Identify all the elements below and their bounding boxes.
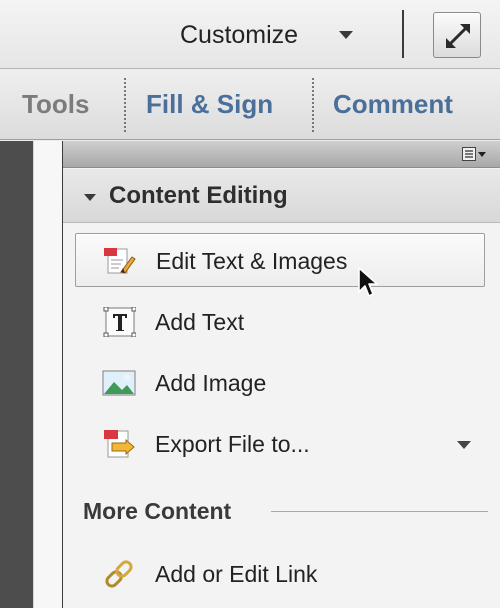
document-background [0,141,33,608]
customize-menu[interactable]: Customize [180,19,298,51]
tab-divider [124,78,126,132]
tab-comment[interactable]: Comment [333,86,453,122]
mouse-pointer-icon [358,267,378,297]
document-page-edge [33,141,63,608]
add-image-button[interactable]: Add Image [75,356,485,410]
top-toolbar: Customize [0,0,500,69]
tab-tools[interactable]: Tools [22,86,89,122]
chevron-down-icon[interactable] [457,441,471,449]
export-file-button[interactable]: Export File to... [75,417,485,471]
tab-divider [312,78,314,132]
add-image-icon [102,370,136,396]
content-editing-header[interactable]: Content Editing [63,169,500,223]
edit-text-images-button[interactable]: Edit Text & Images [75,233,485,287]
section-title: Content Editing [109,182,288,209]
add-edit-link-button[interactable]: Add or Edit Link [75,547,485,601]
tab-bar: Tools Fill & Sign Comment [0,70,500,140]
toolbar-divider [402,10,404,58]
edit-text-images-icon [104,248,136,274]
item-label: Add Image [155,370,267,396]
expand-button[interactable] [433,12,481,58]
expand-arrows-icon [446,24,470,48]
panel-title-strip [63,141,500,168]
more-content-heading: More Content [83,498,232,524]
section-divider [271,511,488,512]
item-label: Edit Text & Images [156,248,348,274]
export-file-icon [104,430,135,458]
item-label: Add or Edit Link [155,561,318,587]
tab-fill-sign[interactable]: Fill & Sign [146,86,273,122]
item-label: Add Text [155,309,245,335]
panel-options-icon[interactable] [462,147,488,161]
link-icon [105,560,133,588]
item-label: Export File to... [155,431,310,457]
tools-panel: Content Editing Edit Text & Images Add T… [63,141,500,608]
add-text-icon [103,307,136,337]
chevron-down-icon[interactable] [339,31,353,39]
add-text-button[interactable]: Add Text [75,295,485,349]
disclosure-triangle-icon[interactable] [84,194,96,201]
